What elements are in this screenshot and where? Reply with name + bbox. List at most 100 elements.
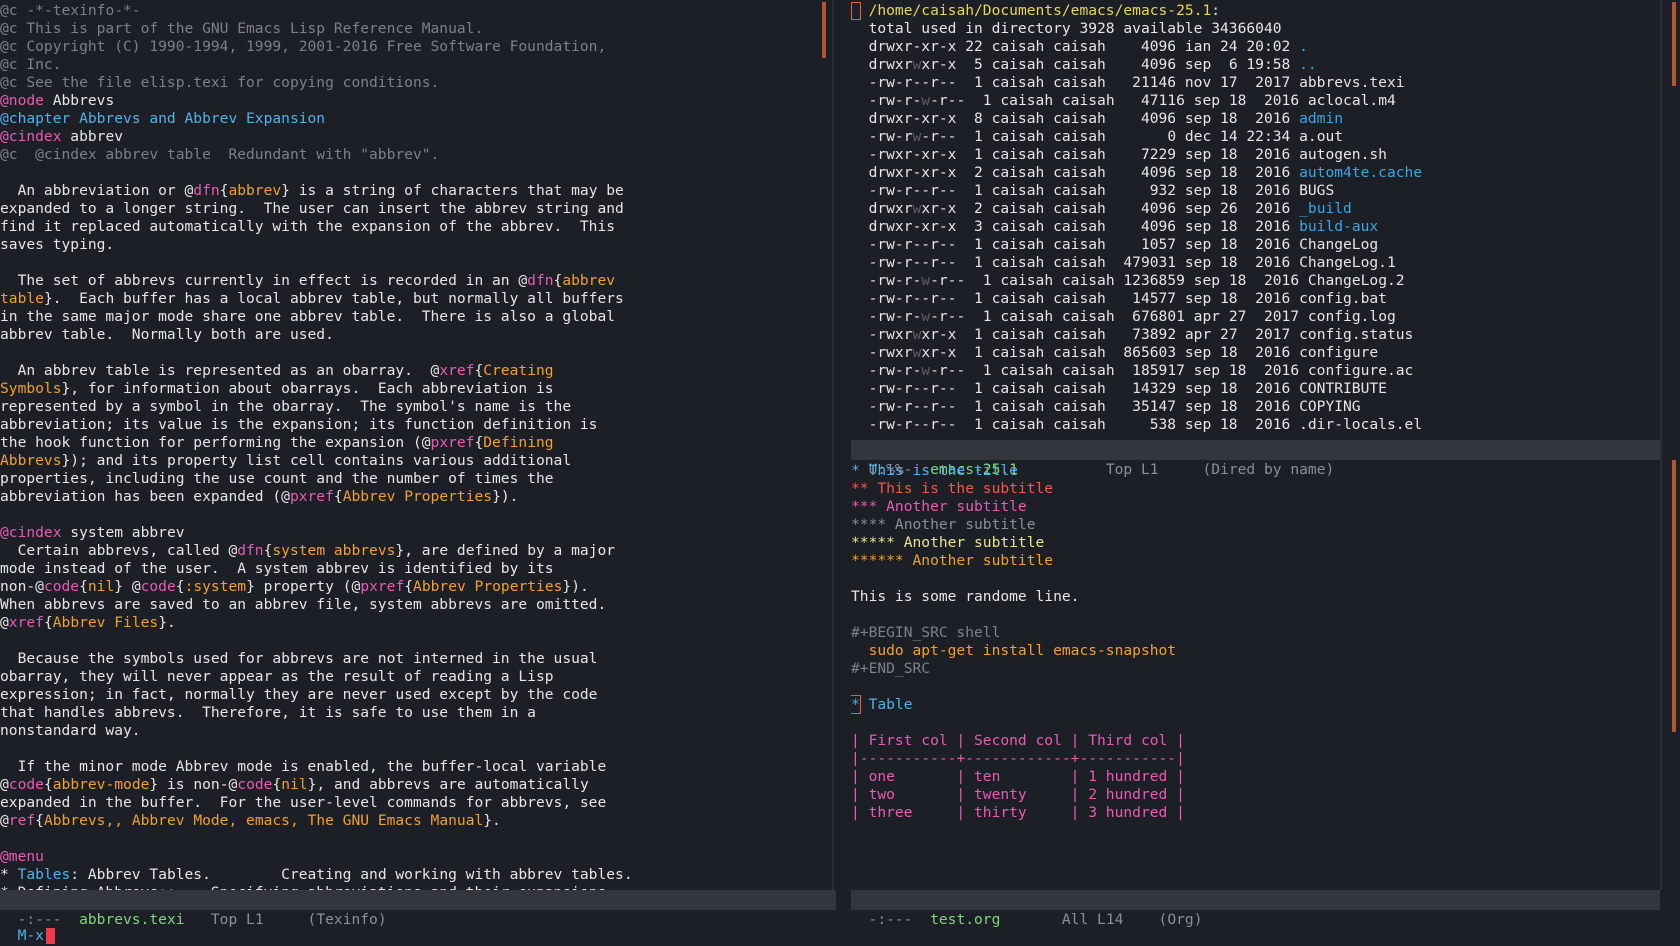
text-run: ref <box>8 812 36 829</box>
text-run: w <box>921 308 931 325</box>
left-scrollbar[interactable] <box>822 2 826 58</box>
buffer-line: mode instead of the user. A system abbre… <box>0 560 822 578</box>
text-run: @c @cindex abbrev table Redundant with "… <box>0 146 440 163</box>
dired-cursor <box>851 2 861 20</box>
text-run: }). <box>492 488 519 505</box>
text-run: code <box>237 776 273 793</box>
text-run: @ <box>0 776 9 793</box>
text-run: the hook function for performing the exp… <box>0 434 431 451</box>
buffer-line: nonstandard way. <box>0 722 822 740</box>
buffer-line <box>0 740 822 758</box>
minibuffer[interactable]: M-x <box>0 906 1680 944</box>
buffer-line: ** This is the subtitle <box>851 480 1663 498</box>
text-run: w <box>912 200 922 217</box>
buffer-line: drwxr-xr-x 22 caisah caisah 4096 ian 24 … <box>851 38 1663 56</box>
text-run: code <box>43 578 80 595</box>
text-run: @ <box>0 614 9 631</box>
text-run: -r-- 1 caisah caisah 1236859 sep 18 2016… <box>930 272 1405 289</box>
text-run: -rw-r--r-- 1 caisah caisah 932 sep 18 20… <box>851 182 1335 199</box>
text-run: pxref <box>430 434 475 451</box>
text-run: Abbrev Files <box>52 614 159 631</box>
buffer-line: drwxrwxr-x 5 caisah caisah 4096 sep 6 19… <box>851 56 1663 74</box>
buffer-line: @c Inc. <box>0 56 822 74</box>
buffer-line: **** Another subtitle <box>851 516 1663 534</box>
buffer-line <box>851 678 1663 696</box>
text-run: }, are defined by a major <box>395 542 616 559</box>
buffer-line: Because the symbols used for abbrevs are… <box>0 650 822 668</box>
org-scrollbar[interactable] <box>1672 460 1676 732</box>
window-divider-left <box>832 0 834 890</box>
buffer-line: drwxr-xr-x 3 caisah caisah 4096 sep 18 2… <box>851 218 1663 236</box>
left-editor-pane[interactable]: @c -*-texinfo-*- @c This is part of the G… <box>0 0 822 890</box>
org-pane[interactable]: * This is the title ** This is the subtit… <box>851 460 1663 890</box>
text-run: -rw-r--r-- 1 caisah caisah 479031 sep 18… <box>851 254 1396 271</box>
org-buffer-text[interactable]: * This is the title ** This is the subtit… <box>851 462 1663 822</box>
text-run: : <box>1211 2 1221 19</box>
text-run: -rwxr <box>851 326 913 343</box>
buffer-line: | one | ten | 1 hundred | <box>851 768 1663 786</box>
text-run: ** This is the subtitle <box>851 480 1054 497</box>
buffer-line: |-----------+------------+-----------| <box>851 750 1663 768</box>
text-run: Certain abbrevs, called @ <box>0 542 238 559</box>
text-run: autom4te.cache <box>1299 164 1423 181</box>
buffer-line <box>851 570 1663 588</box>
text-run: build-aux <box>1299 218 1379 235</box>
text-run: drwxr-xr-x 3 caisah caisah 4096 sep 18 2… <box>851 218 1300 235</box>
text-run: { <box>35 812 44 829</box>
text-run: dfn <box>193 182 220 199</box>
buffer-line: -rwxrwxr-x 1 caisah caisah 73892 apr 27 … <box>851 326 1663 344</box>
text-run: represented by a symbol in the obarray. … <box>0 398 572 415</box>
text-run: w <box>912 326 922 343</box>
buffer-line: @chapter Abbrevs and Abbrev Expansion <box>0 110 822 128</box>
buffer-line: -rw-r--r-- 1 caisah caisah 538 sep 18 20… <box>851 416 1663 434</box>
text-run: -rw-r--r-- 1 caisah caisah 14329 sep 18 … <box>851 380 1387 397</box>
text-run: |-----------+------------+-----------| <box>851 750 1185 767</box>
buffer-line <box>0 632 822 650</box>
buffer-line <box>851 606 1663 624</box>
dired-pane[interactable]: /home/caisah/Documents/emacs/emacs-25.1:… <box>851 0 1663 440</box>
text-run: w <box>921 92 931 109</box>
text-run: : Abbrev Tables. Creating and working wi… <box>70 866 633 883</box>
buffer-line: If the minor mode Abbrev mode is enabled… <box>0 758 822 776</box>
text-run: abbrev <box>61 128 124 145</box>
text-run: #+END_SRC <box>851 660 931 677</box>
text-run: -rw-r--r-- 1 caisah caisah 14577 sep 18 … <box>851 290 1387 307</box>
buffer-line: @code{abbrev-mode} is non-@code{nil}, an… <box>0 776 822 794</box>
text-run: } property (@ <box>246 578 361 595</box>
buffer-line: -rw-r-w-r-- 1 caisah caisah 676801 apr 2… <box>851 308 1663 326</box>
texinfo-buffer-text[interactable]: @c -*-texinfo-*- @c This is part of the G… <box>0 2 822 890</box>
buffer-line: expression; in fact, normally they are n… <box>0 686 822 704</box>
text-run: @menu <box>0 848 44 865</box>
text-run: { <box>43 614 53 631</box>
text-run: xr-x 1 caisah caisah 865603 sep 18 2016 … <box>921 344 1379 361</box>
text-run: saves typing. <box>0 236 115 253</box>
buffer-line <box>851 714 1663 732</box>
buffer-line: drwxr-xr-x 2 caisah caisah 4096 sep 18 2… <box>851 164 1663 182</box>
minibuffer-prompt: M-x <box>17 927 44 944</box>
buffer-line: @xref{Abbrev Files}. <box>0 614 822 632</box>
dired-scrollbar[interactable] <box>1672 2 1676 86</box>
buffer-line: | three | thirty | 3 hundred | <box>851 804 1663 822</box>
buffer-line: properties, including the use count and … <box>0 470 822 488</box>
buffer-line: An abbrev table is represented as an oba… <box>0 362 822 380</box>
buffer-line: saves typing. <box>0 236 822 254</box>
text-run: ****** Another subtitle <box>851 552 1054 569</box>
text-run: abbreviation has been expanded (@ <box>0 488 290 505</box>
text-run: Table <box>859 696 913 713</box>
buffer-line: -rw-r-w-r-- 1 caisah caisah 47116 sep 18… <box>851 92 1663 110</box>
text-run: @c Copyright (C) 1990-1994, 1999, 2001-2… <box>0 38 607 55</box>
text-run: code <box>140 578 176 595</box>
text-run: . <box>1299 38 1308 55</box>
buffer-line: that handles abbrevs. Therefore, it is s… <box>0 704 822 722</box>
text-run: expression; in fact, normally they are n… <box>0 686 598 703</box>
text-run: @c <box>0 2 18 19</box>
text-run: | one | ten | 1 hundred | <box>851 768 1185 785</box>
dired-listing[interactable]: /home/caisah/Documents/emacs/emacs-25.1:… <box>851 2 1663 434</box>
buffer-line <box>0 344 822 362</box>
text-run: nil <box>87 578 115 595</box>
text-run: pxref <box>289 488 334 505</box>
text-run: sudo apt-get install emacs-snapshot <box>851 642 1177 659</box>
text-run: abbrev <box>562 272 616 289</box>
buffer-line: abbreviation; its value is the expansion… <box>0 416 822 434</box>
text-run: xref <box>8 614 44 631</box>
